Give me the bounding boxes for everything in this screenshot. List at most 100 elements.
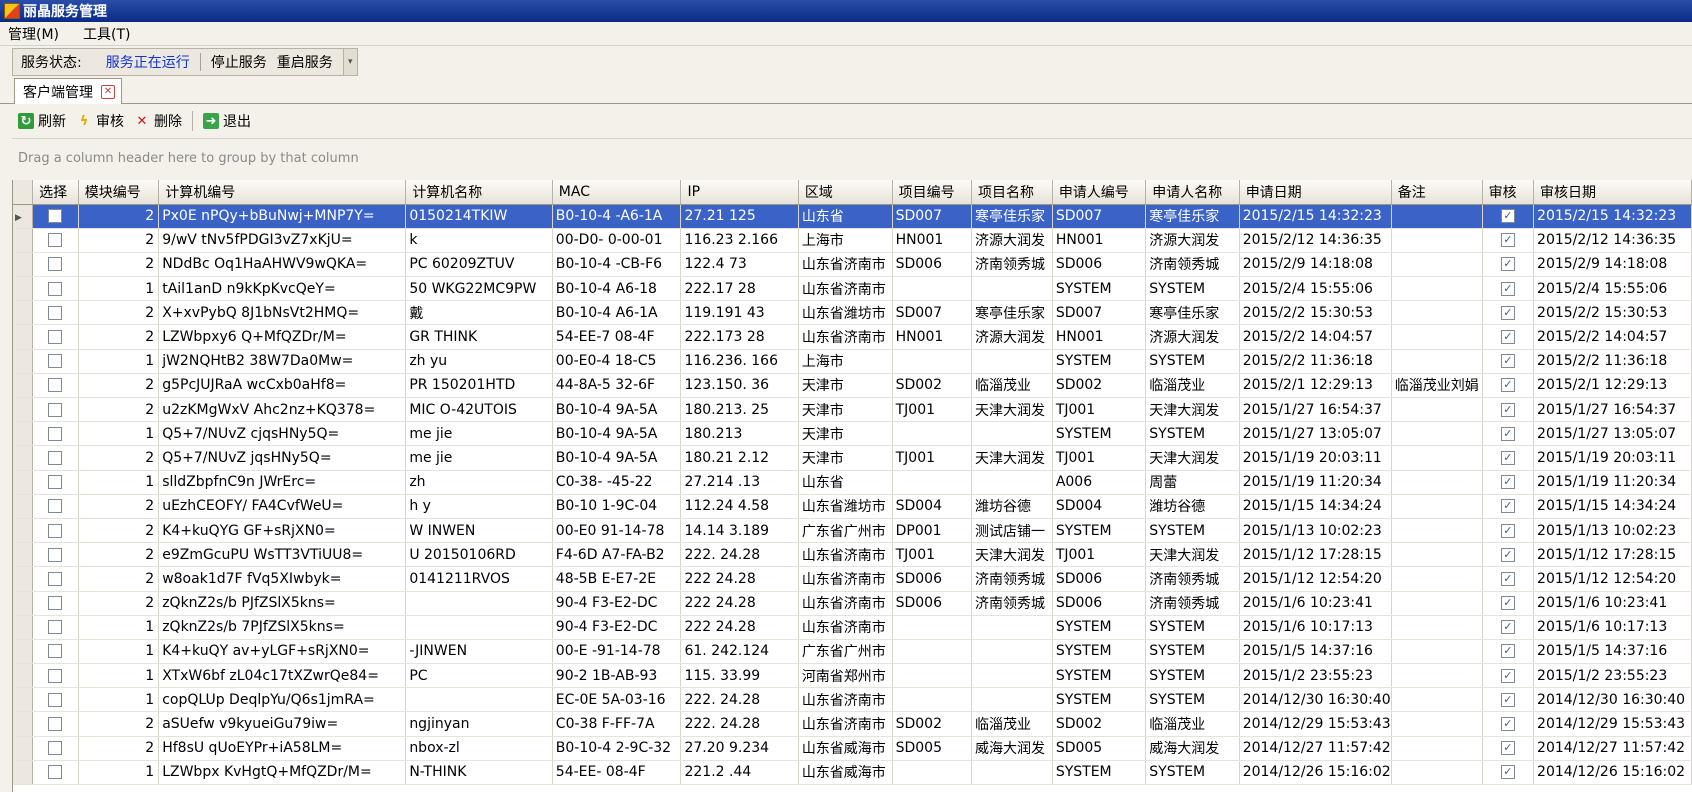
row-indicator[interactable]: [13, 639, 34, 665]
table-cell[interactable]: 2015/1/19 11:20:34: [1533, 470, 1692, 495]
table-cell[interactable]: TJ001: [1052, 542, 1147, 568]
audit-checkbox[interactable]: ✓: [1482, 518, 1535, 544]
table-cell[interactable]: k: [405, 228, 553, 253]
audit-checkbox[interactable]: ✓: [1482, 397, 1535, 423]
table-cell[interactable]: [1391, 276, 1483, 302]
table-cell[interactable]: 14.14 3.189: [680, 518, 799, 544]
table-cell[interactable]: 2015/1/19 20:03:11: [1239, 445, 1392, 471]
table-cell[interactable]: 2: [78, 566, 160, 592]
audit-checkbox[interactable]: ✓: [1482, 421, 1535, 447]
table-cell[interactable]: 90-4 F3-E2-DC: [552, 615, 682, 640]
table-cell[interactable]: 2: [78, 494, 160, 519]
table-cell[interactable]: SYSTEM: [1145, 349, 1240, 374]
table-cell[interactable]: [1391, 397, 1483, 423]
table-cell[interactable]: B0-10-4 A6-18: [552, 276, 682, 302]
table-cell[interactable]: 测试店铺一: [971, 518, 1053, 544]
table-cell[interactable]: [892, 663, 973, 689]
table-cell[interactable]: 2015/1/12 17:28:15: [1533, 542, 1692, 568]
table-cell[interactable]: TJ001: [892, 397, 973, 423]
table-cell[interactable]: [1391, 591, 1483, 616]
select-checkbox[interactable]: [32, 615, 79, 640]
table-cell[interactable]: SYSTEM: [1145, 639, 1240, 665]
select-checkbox[interactable]: [32, 687, 79, 713]
table-cell[interactable]: 222. 24.28: [680, 687, 799, 713]
table-cell[interactable]: SYSTEM: [1145, 421, 1240, 447]
table-cell[interactable]: Q5+7/NUvZ jqsHNy5Q=: [158, 445, 407, 471]
table-row[interactable]: 2 uEzhCEOFY/ FA4CvfWeU= h y B0-10 1-9C-04 11…: [13, 494, 1692, 519]
table-cell[interactable]: SD004: [1052, 494, 1147, 519]
table-cell[interactable]: 山东省威海市: [798, 760, 893, 786]
table-cell[interactable]: 27.20 9.234: [680, 736, 799, 761]
row-indicator[interactable]: [13, 228, 34, 253]
row-indicator[interactable]: [13, 324, 34, 350]
table-row[interactable]: ▶ 2 Px0E nPQy+bBuNwj+MNP7Y= 0150214TKIW B0-…: [13, 204, 1692, 229]
table-cell[interactable]: 2: [78, 736, 160, 761]
table-cell[interactable]: TJ001: [892, 445, 973, 471]
table-cell[interactable]: 2: [78, 204, 160, 229]
table-cell[interactable]: U 20150106RD: [405, 542, 553, 568]
select-checkbox[interactable]: [32, 204, 79, 229]
table-cell[interactable]: 54-EE-7 08-4F: [552, 324, 682, 350]
table-cell[interactable]: [1391, 228, 1483, 253]
column-header[interactable]: 项目编号: [892, 180, 973, 205]
table-cell[interactable]: 广东省广州市: [798, 518, 893, 544]
table-cell[interactable]: [1391, 687, 1483, 713]
row-indicator[interactable]: [13, 373, 34, 399]
table-cell[interactable]: aSUefw v9kyueiGu79iw=: [158, 711, 407, 737]
select-checkbox[interactable]: [32, 591, 79, 616]
table-cell[interactable]: 济南领秀城: [1145, 566, 1240, 592]
table-cell[interactable]: 天津大润发: [1145, 542, 1240, 568]
table-row[interactable]: 1 K4+kuQY av+yLGF+sRjXN0= -JINWEN 00-E -91…: [13, 639, 1692, 665]
table-cell[interactable]: 112.24 4.58: [680, 494, 799, 519]
select-checkbox[interactable]: [32, 542, 79, 568]
table-cell[interactable]: SD006: [1052, 566, 1147, 592]
table-cell[interactable]: [1391, 760, 1483, 786]
table-cell[interactable]: B0-10-4 -A6-1A: [552, 204, 682, 229]
table-cell[interactable]: 2015/2/2 15:30:53: [1239, 300, 1392, 326]
table-cell[interactable]: 上海市: [798, 228, 893, 253]
select-checkbox[interactable]: [32, 397, 79, 423]
table-cell[interactable]: MIC O-42UTOIS: [405, 397, 553, 423]
table-row[interactable]: 2 9/wV tNv5fPDGI3vZ7xKjU= k 00-D0- 0-00-01 1…: [13, 228, 1692, 253]
table-cell[interactable]: Px0E nPQy+bBuNwj+MNP7Y=: [158, 204, 407, 229]
table-cell[interactable]: 2015/1/12 12:54:20: [1533, 566, 1692, 592]
table-cell[interactable]: 2015/1/12 17:28:15: [1239, 542, 1392, 568]
table-cell[interactable]: 116.236. 166: [680, 349, 799, 374]
table-cell[interactable]: [971, 276, 1053, 302]
row-indicator[interactable]: [13, 615, 34, 640]
select-checkbox[interactable]: [32, 324, 79, 350]
table-cell[interactable]: SYSTEM: [1145, 518, 1240, 544]
table-cell[interactable]: SD007: [892, 204, 973, 229]
row-indicator[interactable]: [13, 421, 34, 447]
table-cell[interactable]: NDdBc Oq1HaAHWV9wQKA=: [158, 252, 407, 278]
audit-button[interactable]: ϟ 审核: [76, 111, 124, 131]
table-cell[interactable]: 2015/2/1 12:29:13: [1533, 373, 1692, 399]
table-cell[interactable]: h y: [405, 494, 553, 519]
select-checkbox[interactable]: [32, 711, 79, 737]
table-cell[interactable]: 1: [78, 349, 160, 374]
table-cell[interactable]: [1391, 566, 1483, 592]
table-cell[interactable]: 山东省济南市: [798, 615, 893, 640]
row-indicator[interactable]: [13, 494, 34, 519]
table-cell[interactable]: SYSTEM: [1052, 687, 1147, 713]
table-cell[interactable]: SD007: [892, 300, 973, 326]
table-cell[interactable]: [1391, 639, 1483, 665]
table-cell[interactable]: SD006: [1052, 252, 1147, 278]
table-cell[interactable]: tAil1anD n9kKpKvcQeY=: [158, 276, 407, 302]
table-cell[interactable]: SD006: [1052, 591, 1147, 616]
table-cell[interactable]: 山东省济南市: [798, 276, 893, 302]
table-cell[interactable]: [971, 760, 1053, 786]
audit-checkbox[interactable]: ✓: [1482, 300, 1535, 326]
table-cell[interactable]: SD002: [1052, 373, 1147, 399]
table-cell[interactable]: [971, 421, 1053, 447]
select-checkbox[interactable]: [32, 470, 79, 495]
table-cell[interactable]: [971, 470, 1053, 495]
row-indicator[interactable]: [13, 349, 34, 374]
table-cell[interactable]: B0-10-4 A6-1A: [552, 300, 682, 326]
table-cell[interactable]: 2: [78, 711, 160, 737]
table-cell[interactable]: 116.23 2.166: [680, 228, 799, 253]
audit-checkbox[interactable]: ✓: [1482, 760, 1535, 786]
table-cell[interactable]: 天津市: [798, 445, 893, 471]
table-cell[interactable]: me jie: [405, 445, 553, 471]
table-cell[interactable]: 2015/2/2 15:30:53: [1533, 300, 1692, 326]
